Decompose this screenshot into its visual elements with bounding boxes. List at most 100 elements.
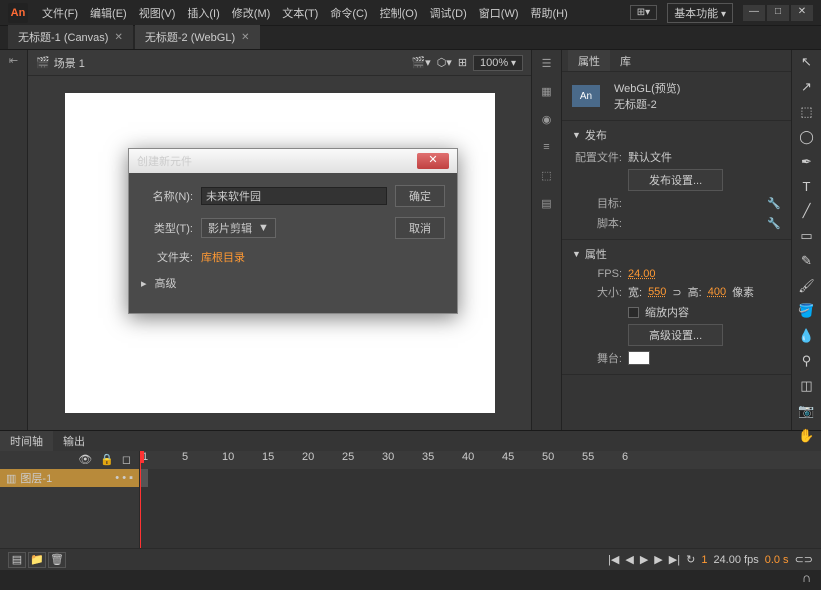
pencil-tool-icon[interactable]: ✎ (798, 253, 816, 269)
selection-tool-icon[interactable]: ↖ (798, 54, 816, 70)
collapse-icon[interactable]: ▼ (572, 249, 581, 259)
eraser-tool-icon[interactable]: ◫ (798, 378, 816, 394)
scale-checkbox[interactable] (628, 307, 639, 318)
symbol-name-input[interactable] (201, 187, 387, 205)
last-frame-button[interactable]: ▶| (669, 553, 680, 566)
menu-view[interactable]: 视图(V) (135, 3, 180, 23)
collapse-icon[interactable]: ▼ (572, 130, 581, 140)
brush-tool-icon[interactable]: 🖌 (798, 278, 816, 294)
ink-tool-icon[interactable]: 💧 (798, 328, 816, 344)
time-indicator: 0.0 s (765, 554, 789, 566)
keyframe[interactable] (140, 469, 148, 487)
center-icon[interactable]: ⊞ (458, 56, 467, 69)
tab-output[interactable]: 输出 (53, 431, 95, 451)
publish-settings-button[interactable]: 发布设置... (628, 169, 723, 191)
fps-input[interactable]: 24.00 (628, 268, 656, 280)
maximize-button[interactable]: □ (767, 5, 789, 21)
frame-track[interactable] (140, 469, 821, 487)
new-folder-button[interactable]: 📁 (28, 552, 46, 568)
menu-control[interactable]: 控制(O) (376, 3, 422, 23)
info-icon[interactable]: ≡ (538, 138, 556, 156)
minimize-button[interactable]: — (743, 5, 765, 21)
publish-section: ▼发布 配置文件:默认文件 发布设置... 目标:🔧 脚本:🔧 (562, 121, 791, 240)
frames-area[interactable]: 15101520253035404550556 (140, 451, 821, 548)
menu-file[interactable]: 文件(F) (38, 3, 82, 23)
frame-ruler[interactable]: 15101520253035404550556 (140, 451, 821, 469)
dialog-titlebar[interactable]: 创建新元件 ✕ (129, 149, 457, 173)
folder-link[interactable]: 库根目录 (201, 249, 245, 265)
transform-tool-icon[interactable]: ⬚ (798, 104, 816, 120)
cancel-button[interactable]: 取消 (395, 217, 445, 239)
zoom-selector[interactable]: 100% ▾ (473, 55, 523, 71)
swatches-icon[interactable]: ▦ (538, 82, 556, 100)
menu-edit[interactable]: 编辑(E) (86, 3, 131, 23)
first-frame-button[interactable]: |◀ (608, 553, 619, 566)
lasso-tool-icon[interactable]: ◯ (798, 129, 816, 145)
frame-indicator[interactable]: 1 (701, 554, 707, 566)
align-icon[interactable]: ☰ (538, 54, 556, 72)
rectangle-tool-icon[interactable]: ▭ (798, 228, 816, 244)
ok-button[interactable]: 确定 (395, 185, 445, 207)
menu-insert[interactable]: 插入(I) (183, 3, 223, 23)
tab-timeline[interactable]: 时间轴 (0, 431, 53, 451)
onion-skin-button[interactable]: ⊂⊃ (795, 553, 813, 566)
symbol-icon[interactable]: ⬡▾ (437, 56, 452, 69)
width-input[interactable]: 550 (648, 286, 666, 298)
snap-icon[interactable]: ∩ (798, 570, 816, 585)
height-input[interactable]: 400 (708, 286, 726, 298)
components-icon[interactable]: ▤ (538, 194, 556, 212)
prev-frame-button[interactable]: ◀ (625, 553, 633, 566)
color-icon[interactable]: ◉ (538, 110, 556, 128)
delete-layer-button[interactable]: 🗑 (48, 552, 66, 568)
doc-type: WebGL(预览) (614, 80, 680, 96)
tab-library[interactable]: 库 (610, 50, 641, 71)
timeline-panel: 时间轴 输出 👁 🔒 ◻ ▥ 图层-1 • • ▪ 15101520253035… (0, 430, 821, 570)
close-icon[interactable]: ✕ (114, 32, 122, 43)
collapse-icon[interactable]: ⇤ (9, 54, 18, 67)
tab-doc2[interactable]: 无标题-2 (WebGL)✕ (135, 25, 260, 49)
scene-name[interactable]: 场景 1 (54, 55, 85, 71)
wrench-icon[interactable]: 🔧 (767, 217, 781, 230)
link-icon[interactable]: ⊃ (672, 286, 681, 299)
menu-commands[interactable]: 命令(C) (326, 3, 371, 23)
wrench-icon[interactable]: 🔧 (767, 197, 781, 210)
text-tool-icon[interactable]: T (798, 179, 816, 194)
play-button[interactable]: ▶ (640, 553, 648, 566)
new-layer-button[interactable]: ▤ (8, 552, 26, 568)
camera-tool-icon[interactable]: 📷 (798, 403, 816, 419)
subselection-tool-icon[interactable]: ↗ (798, 79, 816, 95)
advanced-settings-button[interactable]: 高级设置... (628, 324, 723, 346)
close-icon[interactable]: ✕ (241, 32, 249, 43)
tab-doc1[interactable]: 无标题-1 (Canvas)✕ (8, 25, 133, 49)
search-icon[interactable]: ⊞▾ (630, 5, 657, 20)
symbol-type-select[interactable]: 影片剪辑▼ (201, 218, 276, 238)
bucket-tool-icon[interactable]: 🪣 (798, 303, 816, 319)
menu-window[interactable]: 窗口(W) (475, 3, 523, 23)
stage-color-swatch[interactable] (628, 351, 650, 365)
loop-button[interactable]: ↻ (686, 553, 695, 566)
layer-icon: ▥ (6, 472, 16, 485)
playhead[interactable] (140, 451, 141, 548)
workspace-selector[interactable]: 基本功能 ▾ (667, 3, 733, 23)
tab-properties[interactable]: 属性 (568, 50, 610, 71)
close-button[interactable]: ✕ (791, 5, 813, 21)
layer-name[interactable]: 图层-1 (20, 470, 52, 486)
layer-row[interactable]: ▥ 图层-1 • • ▪ (0, 469, 139, 487)
eye-icon[interactable]: 👁 (78, 453, 92, 467)
menu-modify[interactable]: 修改(M) (228, 3, 275, 23)
dialog-close-button[interactable]: ✕ (417, 153, 449, 169)
transform-icon[interactable]: ⬚ (538, 166, 556, 184)
menu-debug[interactable]: 调试(D) (426, 3, 471, 23)
eyedropper-tool-icon[interactable]: ⚲ (798, 353, 816, 369)
menu-text[interactable]: 文本(T) (278, 3, 322, 23)
next-frame-button[interactable]: ▶ (654, 553, 662, 566)
outline-icon[interactable]: ◻ (122, 453, 131, 467)
menu-help[interactable]: 帮助(H) (527, 3, 572, 23)
pen-tool-icon[interactable]: ✒ (798, 154, 816, 170)
edit-scene-icon[interactable]: 🎬▾ (411, 56, 430, 69)
lock-icon[interactable]: 🔒 (100, 453, 114, 467)
document-info: An WebGL(预览) 无标题-2 (562, 72, 791, 121)
main-menu: 文件(F) 编辑(E) 视图(V) 插入(I) 修改(M) 文本(T) 命令(C… (38, 3, 572, 23)
advanced-toggle[interactable]: 高级 (155, 275, 177, 291)
line-tool-icon[interactable]: ╱ (798, 203, 816, 219)
